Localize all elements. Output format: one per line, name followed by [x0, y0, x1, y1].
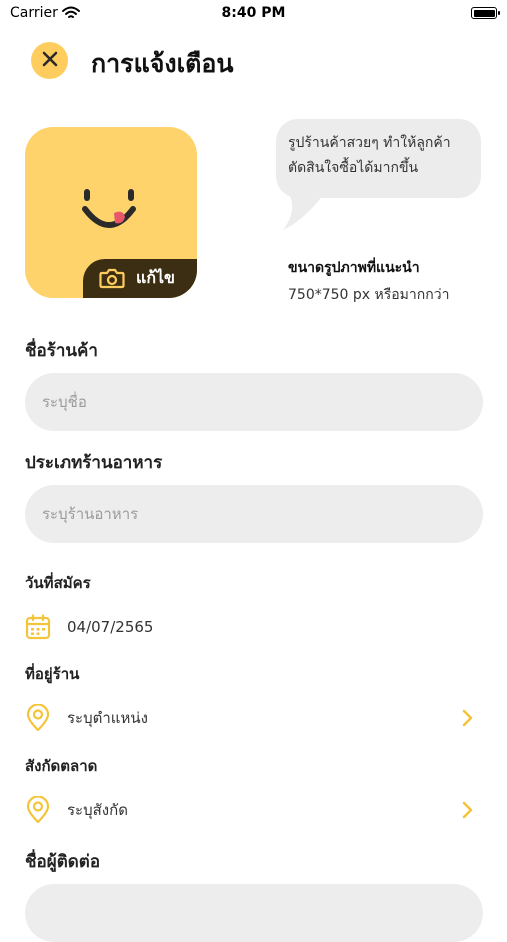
header: การแจ้งเตือน: [0, 38, 507, 84]
tip-line-1: รูปร้านค้าสวยๆ ทำให้ลูกค้า: [288, 135, 451, 151]
page-title: การแจ้งเตือน: [91, 49, 234, 78]
tip-line-2: ตัดสินใจซื้อได้มากขึ้น: [288, 160, 419, 176]
location-pin-icon: [25, 796, 55, 824]
location-pin-icon: [25, 704, 55, 732]
recommended-size-value: 750*750 px หรือมากกว่า: [288, 287, 450, 303]
address-placeholder: ระบุตำแหน่ง: [67, 709, 148, 727]
camera-icon: [99, 267, 125, 293]
market-row[interactable]: ระบุสังกัด: [25, 795, 483, 825]
chevron-right-icon: [461, 801, 473, 823]
close-icon: [41, 50, 59, 72]
status-bar: Carrier 8:40 PM: [0, 0, 507, 28]
clock: 8:40 PM: [221, 5, 286, 21]
recommended-size-title: ขนาดรูปภาพที่แนะนำ: [288, 260, 420, 276]
battery-icon: [471, 7, 500, 19]
shop-name-placeholder: ระบุชื่อ: [42, 393, 87, 411]
shop-name-field[interactable]: ระบุชื่อ: [25, 373, 483, 431]
edit-photo-label: แก้ไข: [136, 268, 175, 287]
register-date-label: วันที่สมัคร: [25, 574, 91, 592]
address-label: ที่อยู่ร้าน: [25, 665, 80, 683]
shop-name-label: ชื่อร้านค้า: [25, 341, 98, 361]
restaurant-type-placeholder: ระบุร้านอาหาร: [42, 505, 139, 523]
bubble-tail: [283, 190, 329, 236]
contact-name-field[interactable]: [25, 884, 483, 942]
market-placeholder: ระบุสังกัด: [67, 801, 128, 819]
register-date-row[interactable]: 04/07/2565: [25, 612, 483, 642]
close-button[interactable]: [31, 42, 68, 79]
contact-name-label: ชื่อผู้ติดต่อ: [25, 852, 101, 872]
register-date-value: 04/07/2565: [67, 618, 154, 636]
tip-bubble: รูปร้านค้าสวยๆ ทำให้ลูกค้า ตัดสินใจซื้อไ…: [276, 119, 481, 198]
restaurant-type-label: ประเภทร้านอาหาร: [25, 453, 163, 473]
chevron-right-icon: [461, 709, 473, 731]
restaurant-type-field[interactable]: ระบุร้านอาหาร: [25, 485, 483, 543]
smiley-icon: [79, 169, 139, 239]
address-row[interactable]: ระบุตำแหน่ง: [25, 703, 483, 733]
calendar-icon: [25, 614, 55, 640]
market-label: สังกัดตลาด: [25, 757, 98, 775]
edit-photo-button[interactable]: แก้ไข: [83, 259, 197, 298]
